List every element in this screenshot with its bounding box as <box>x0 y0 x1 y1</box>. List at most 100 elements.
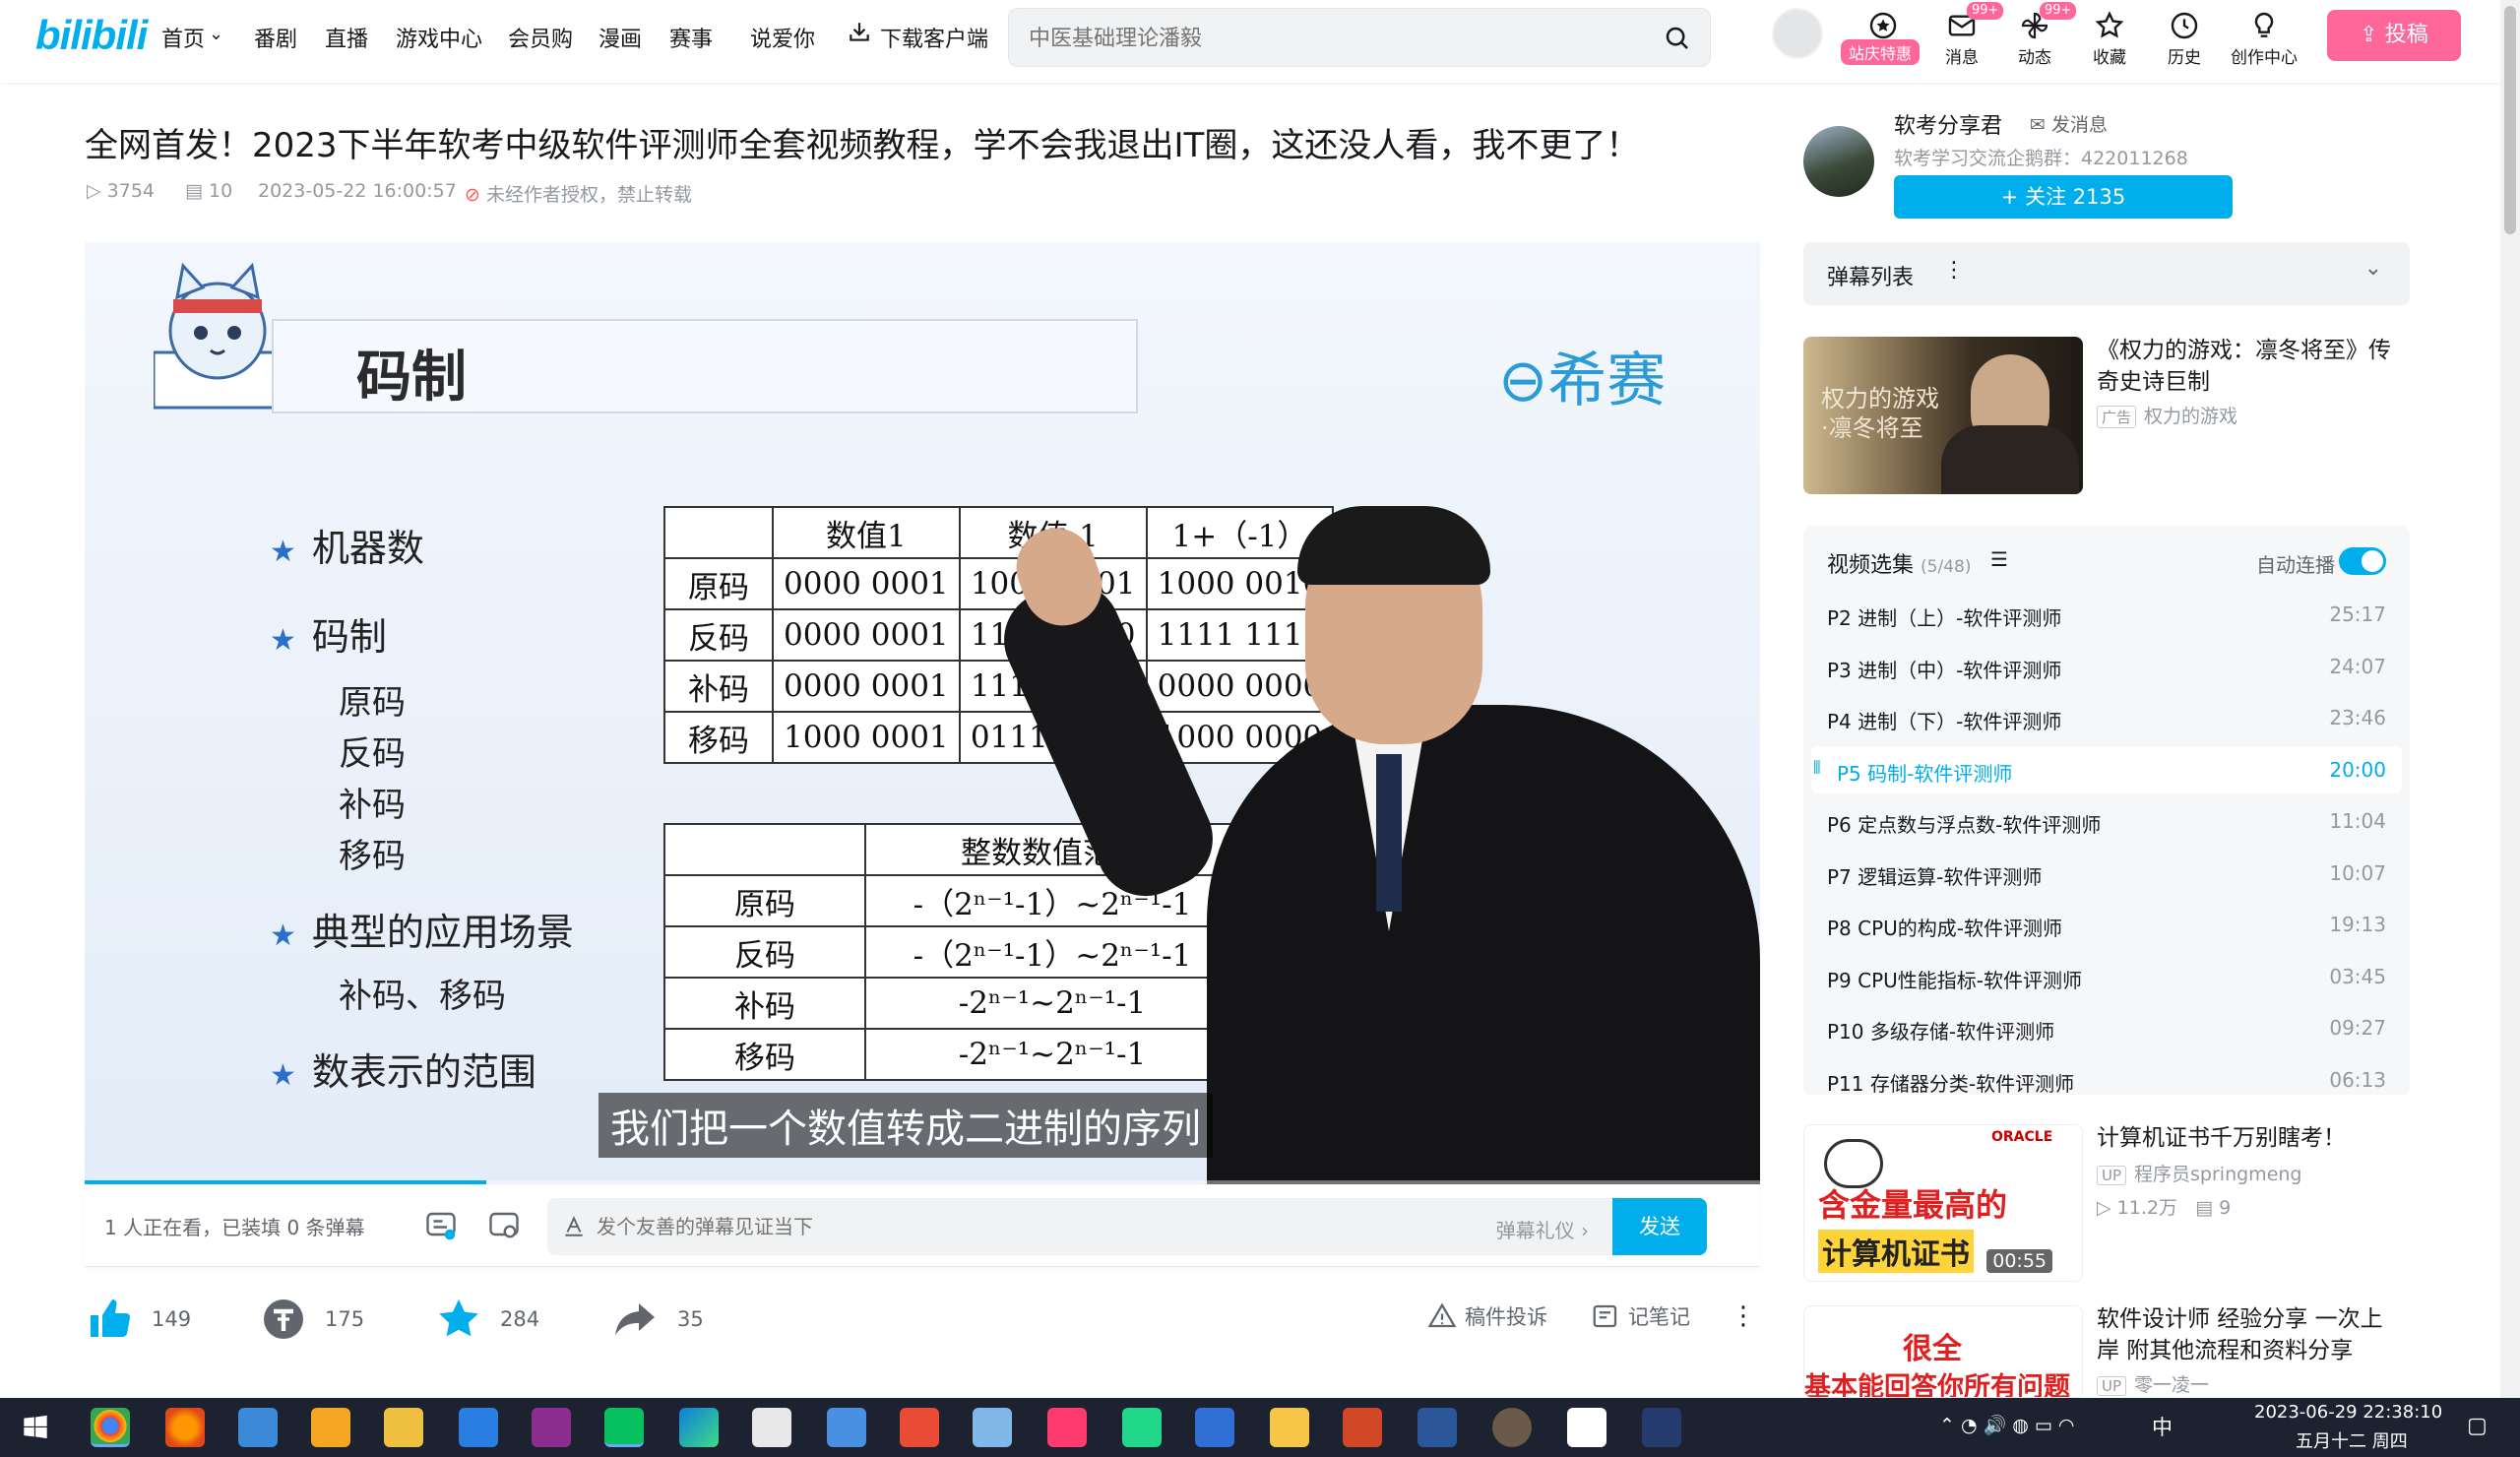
nav-promo[interactable] <box>1849 4 1918 41</box>
app-icon[interactable] <box>1642 1408 1681 1447</box>
ime-indicator[interactable]: 中 <box>2152 1412 2173 1441</box>
kebab-icon[interactable]: ⋮ <box>1943 258 1965 283</box>
nav-dynamics[interactable]: 99+ 动态 <box>2000 2 2077 68</box>
rec-thumbnail[interactable]: ORACLE 含金量最高的 计算机证书 00:55 <box>1803 1124 2083 1282</box>
send-message-label: 发消息 <box>2050 114 2108 136</box>
nav-download-client[interactable]: 下载客户端 <box>880 22 988 53</box>
send-message-link[interactable]: ✉ 发消息 <box>2030 110 2108 137</box>
chevron-down-icon[interactable]: ⌄ <box>2364 256 2382 281</box>
notification-icon[interactable]: ▢ <box>2467 1414 2488 1438</box>
table-row: 移码1000 00010111 11111000 0000 <box>663 711 1335 764</box>
photos-icon[interactable] <box>238 1408 278 1447</box>
firefox-icon[interactable] <box>165 1408 205 1447</box>
uploader-name[interactable]: 软考分享君 <box>1894 108 2002 140</box>
table-row: 反码 -（2ⁿ⁻¹-1）~2ⁿ⁻¹-1 <box>663 925 1240 979</box>
search-app-icon[interactable] <box>311 1408 350 1447</box>
text-style-icon[interactable] <box>561 1213 587 1242</box>
like-button[interactable]: 149 <box>87 1290 191 1349</box>
video-subtitle: 我们把一个数值转成二进制的序列 <box>598 1093 1213 1158</box>
nav-shop[interactable]: 会员购 <box>508 22 573 53</box>
favorite-button[interactable]: 284 <box>435 1290 539 1349</box>
notes-button[interactable]: 记笔记 <box>1591 1301 1690 1331</box>
danmaku-list-panel[interactable]: 弹幕列表 ⋮ ⌄ <box>1803 242 2410 305</box>
rec-title[interactable]: 软件设计师 经验分享 一次上岸 附其他流程和资料分享 <box>2097 1303 2402 1366</box>
typora-icon[interactable] <box>752 1408 791 1447</box>
nav-manga[interactable]: 漫画 <box>598 22 642 53</box>
wechat-icon[interactable] <box>604 1408 644 1447</box>
rec-title[interactable]: 计算机证书千万别瞎考！ <box>2097 1122 2402 1154</box>
video-player[interactable]: 码制 ⊖希赛 ★ 机器数 ★ 码制 原码 反码 补码 移码 ★ 典型的应用场景 补码、… <box>85 242 1760 1184</box>
nav-esports[interactable]: 赛事 <box>669 22 713 53</box>
episode-item[interactable]: ⫴ P5 码制-软件评测师 20:00 <box>1811 745 2402 793</box>
rec-author[interactable]: UP 程序员springmeng <box>2097 1160 2301 1186</box>
file-explorer-icon[interactable] <box>384 1408 423 1447</box>
dynamics-badge: 99+ <box>2040 2 2077 20</box>
clock-datetime[interactable]: 2023-06-29 22:38:10 <box>2254 1402 2442 1423</box>
danmaku-toggle-icon[interactable] <box>423 1208 459 1243</box>
episode-item[interactable]: P8 CPU的构成-软件评测师 19:13 <box>1811 901 2402 948</box>
winrar-icon[interactable] <box>532 1408 571 1447</box>
ad-thumbnail[interactable]: 权力的游戏·凛冬将至 <box>1803 337 2083 494</box>
sub-item: 反码 <box>339 734 406 774</box>
nav-live[interactable]: 直播 <box>325 22 368 53</box>
rec-thumbnail[interactable]: 很全 基本能回答你所有问题 <box>1803 1305 2083 1398</box>
search-input[interactable] <box>1029 23 1619 54</box>
app-icon[interactable] <box>827 1408 866 1447</box>
report-button[interactable]: 稿件投诉 <box>1427 1301 1547 1331</box>
episode-item[interactable]: P10 多级存储-软件评测师 09:27 <box>1811 1004 2402 1051</box>
nav-creator-center[interactable]: 创作中心 <box>2227 4 2301 68</box>
nav-history[interactable]: 历史 <box>2150 4 2219 68</box>
scenario-text: 补码、移码 <box>339 977 506 1016</box>
powerpoint-icon[interactable] <box>1343 1408 1382 1447</box>
tray-icons[interactable]: ⌃ ◔ 🔊 ◍ ▭ ◠ <box>1939 1414 2074 1436</box>
chrome-icon[interactable] <box>91 1408 130 1447</box>
more-options-icon[interactable]: ⋮ <box>1731 1301 1756 1331</box>
follow-button[interactable]: + 关注 2135 <box>1894 175 2233 219</box>
app-icon[interactable] <box>1492 1408 1532 1447</box>
user-avatar[interactable] <box>1772 8 1823 59</box>
episode-item[interactable]: P4 进制（下）-软件评测师 23:46 <box>1811 694 2402 741</box>
danmaku-send-button[interactable]: 发送 <box>1612 1198 1707 1255</box>
upload-button[interactable]: ⇪ 投稿 <box>2327 10 2461 61</box>
ad-source: 广告 权力的游戏 <box>2097 402 2237 428</box>
app-icon[interactable] <box>459 1408 498 1447</box>
rec-author[interactable]: UP 零一凌一 <box>2097 1370 2209 1397</box>
xmind-icon[interactable] <box>900 1408 939 1447</box>
promo-badge[interactable]: 站庆特惠 <box>1841 39 1921 65</box>
windows-taskbar <box>0 1398 2520 1457</box>
edge-icon[interactable] <box>679 1408 719 1447</box>
app-icon[interactable] <box>973 1408 1012 1447</box>
scrollbar-thumb[interactable] <box>2504 6 2516 234</box>
danmaku-settings-icon[interactable] <box>486 1208 522 1243</box>
episode-item[interactable]: P3 进制（中）-软件评测师 24:07 <box>1811 643 2402 690</box>
nav-messages[interactable]: 99+ 消息 <box>1927 2 2004 68</box>
nav-favorites[interactable]: 收藏 <box>2075 4 2144 68</box>
app-icon[interactable] <box>1195 1408 1234 1447</box>
uploader-avatar[interactable] <box>1803 126 1874 197</box>
episode-item[interactable]: P9 CPU性能指标-软件评测师 03:45 <box>1811 953 2402 1000</box>
autoplay-toggle[interactable] <box>2339 547 2386 575</box>
danmaku-input[interactable] <box>597 1212 1384 1241</box>
nav-event[interactable]: 说爱你 <box>750 22 815 53</box>
app-icon[interactable] <box>1047 1408 1087 1447</box>
nav-anime[interactable]: 番剧 <box>254 22 297 53</box>
danmaku-etiquette-link[interactable]: 弹幕礼仪 › <box>1496 1215 1589 1243</box>
list-icon[interactable]: ☰ <box>1990 547 2008 571</box>
app-icon[interactable] <box>1270 1408 1309 1447</box>
nav-home[interactable]: 首页 <box>161 22 205 53</box>
episode-item[interactable]: P7 逻辑运算-软件评测师 10:07 <box>1811 850 2402 897</box>
baidu-netdisk-icon[interactable] <box>1567 1408 1606 1447</box>
clock-weekday[interactable]: 五月十二 周四 <box>2296 1427 2408 1453</box>
ad-title[interactable]: 《权力的游戏：凛冬将至》传奇史诗巨制 <box>2097 335 2402 398</box>
windows-start-icon[interactable] <box>22 1414 49 1445</box>
bilibili-logo[interactable]: bilibili <box>35 12 148 59</box>
pycharm-icon[interactable] <box>1122 1408 1162 1447</box>
share-button[interactable]: 35 <box>610 1290 704 1349</box>
episode-item[interactable]: P6 定点数与浮点数-软件评测师 11:04 <box>1811 797 2402 845</box>
nav-game-center[interactable]: 游戏中心 <box>396 22 482 53</box>
word-icon[interactable] <box>1418 1408 1457 1447</box>
coin-button[interactable]: 175 <box>260 1290 364 1349</box>
episode-item[interactable]: P2 进制（上）-软件评测师 25:17 <box>1811 591 2402 638</box>
search-icon[interactable] <box>1663 24 1692 53</box>
episode-item[interactable]: P11 存储器分类-软件评测师 06:13 <box>1811 1056 2402 1104</box>
